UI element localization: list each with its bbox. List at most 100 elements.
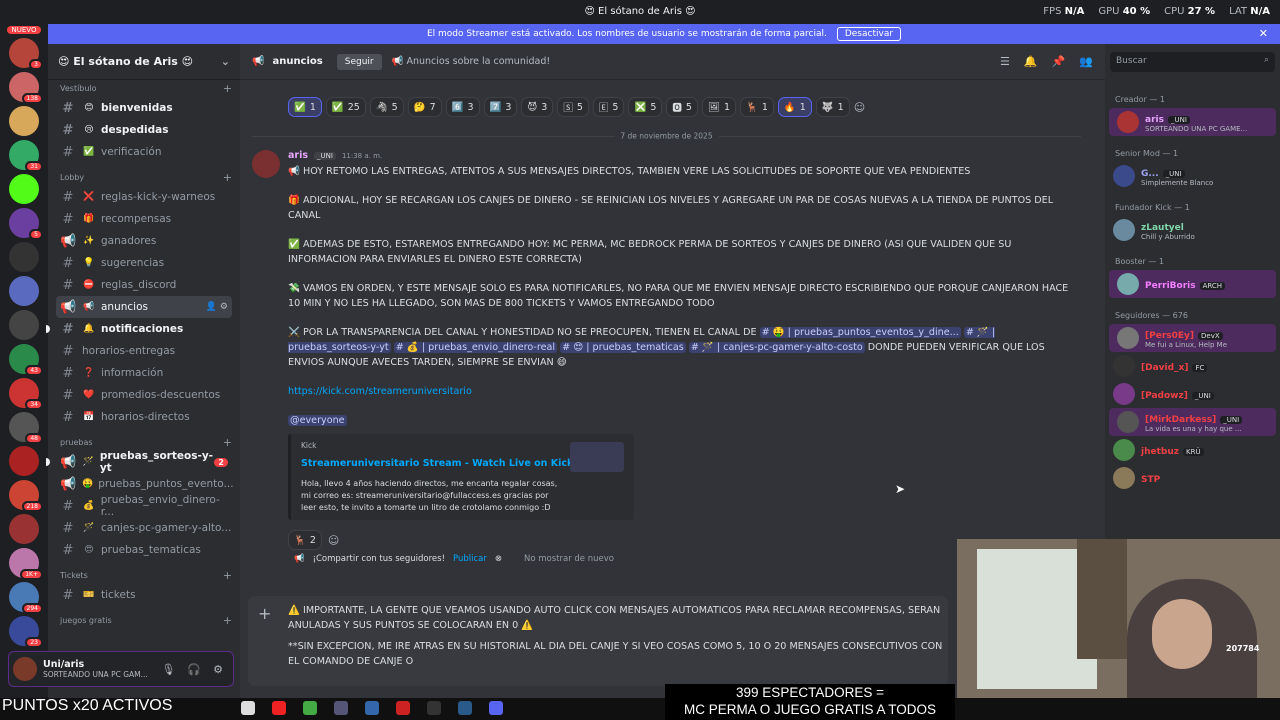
channel-reglas-discord[interactable]: # ⛔ reglas_discord xyxy=(56,274,232,296)
channel-despedidas[interactable]: # 😢 despedidas xyxy=(56,119,232,141)
embed-title[interactable]: Streameruniversitario Stream - Watch Liv… xyxy=(301,458,573,469)
server-icon[interactable]: 5 xyxy=(9,208,43,240)
server-icon[interactable]: 23 xyxy=(9,616,43,648)
channel-horarios-entregas[interactable]: # horarios-entregas xyxy=(56,340,232,362)
message-author[interactable]: aris xyxy=(288,150,308,161)
plus-icon[interactable]: + xyxy=(223,82,232,95)
file-icon[interactable] xyxy=(241,701,255,715)
category-pruebas[interactable]: pruebas + xyxy=(60,436,232,449)
server-icon[interactable] xyxy=(9,276,39,306)
threads-icon[interactable]: ☰ xyxy=(1000,55,1010,68)
category-vestibulo[interactable]: Vestíbulo + xyxy=(60,82,232,95)
category-lobby[interactable]: Lobby + xyxy=(60,171,232,184)
settings-icon[interactable]: 👤 ⚙ xyxy=(206,302,228,312)
channel-pruebas-puntos[interactable]: 📢 🤑 pruebas_puntos_evento... xyxy=(56,473,234,495)
member-item[interactable]: jhetbuz KRÜ xyxy=(1105,436,1280,464)
channel-horarios-directos[interactable]: # 📅 horarios-directos xyxy=(56,406,232,428)
everyone-mention[interactable]: @everyone xyxy=(288,415,347,426)
server-icon[interactable] xyxy=(9,310,39,340)
server-icon[interactable]: 3 xyxy=(9,38,43,70)
embed-thumbnail[interactable] xyxy=(570,442,624,472)
channel-reglas-kick[interactable]: # ❌ reglas-kick-y-warneos xyxy=(56,186,232,208)
channel-recompensas[interactable]: # 🎁 recompensas xyxy=(56,208,232,230)
category-juegos[interactable]: juegos gratis + xyxy=(60,614,232,627)
chrome-icon[interactable] xyxy=(303,701,317,715)
reaction[interactable]: ✅ 25 xyxy=(325,97,366,117)
server-icon[interactable]: 218 xyxy=(9,480,43,512)
member-item[interactable]: zLautyel Chill y Aburrido xyxy=(1105,216,1280,244)
channel-anuncios[interactable]: 📢 📢 anuncios 👤 ⚙ xyxy=(56,296,232,318)
server-icon[interactable]: 294 xyxy=(9,582,43,614)
channel-mention[interactable]: # 😍 | pruebas_tematicas xyxy=(560,342,686,353)
server-header[interactable]: 😍 El sótano de Aris 😍 ⌄ xyxy=(48,44,240,80)
channel-mention[interactable]: # 💰 | pruebas_envio_dinero-real xyxy=(393,342,558,353)
bell-icon[interactable]: 🔔 xyxy=(1024,55,1038,68)
channel-canjes-pc[interactable]: # 🪄 canjes-pc-gamer-y-alto... xyxy=(56,517,232,539)
publish-link[interactable]: Publicar xyxy=(453,554,487,564)
server-icon[interactable]: 1K+ xyxy=(9,548,43,580)
reaction[interactable]: 6️⃣ 3 xyxy=(445,97,480,117)
message-composer[interactable]: + ⚠️ IMPORTANTE, LA GENTE QUE VEAMOS USA… xyxy=(248,596,948,686)
epic-icon[interactable] xyxy=(427,701,441,715)
plus-icon[interactable]: + xyxy=(223,569,232,582)
channel-mention[interactable]: # 🤑 | pruebas_puntos_eventos_y_dine... xyxy=(759,327,961,338)
server-icon[interactable] xyxy=(9,446,39,476)
member-item[interactable]: [MirkDarkess] _UNI La vida es una y hay qu… xyxy=(1109,408,1276,436)
kick-link[interactable]: https://kick.com/streameruniversitario xyxy=(288,384,1078,399)
member-item[interactable]: [Padowz] _UNI xyxy=(1105,380,1280,408)
plus-icon[interactable]: + xyxy=(223,436,232,449)
opera-icon[interactable] xyxy=(272,701,286,715)
avatar[interactable] xyxy=(13,657,37,681)
server-icon[interactable] xyxy=(9,514,39,544)
plus-icon[interactable]: + xyxy=(223,614,232,627)
server-icon[interactable]: 43 xyxy=(9,344,43,376)
avatar[interactable] xyxy=(252,150,280,178)
member-item[interactable]: aris _UNI SORTEANDO UNA PC GAME... xyxy=(1109,108,1276,136)
server-icon[interactable]: 138 xyxy=(9,72,43,104)
channel-pruebas-sorteos[interactable]: 📢 🪄 pruebas_sorteos-y-yt 2 xyxy=(46,450,232,474)
channel-sugerencias[interactable]: # 💡 sugerencias xyxy=(56,252,232,274)
gear-icon[interactable]: ⚙ xyxy=(213,663,223,676)
channel-verificacion[interactable]: # ✅ verificación xyxy=(56,141,232,163)
reaction[interactable]: 🦓 5 xyxy=(369,97,404,117)
member-item[interactable]: [David_x] FC xyxy=(1105,352,1280,380)
reaction[interactable]: 🅂 5 xyxy=(557,97,589,117)
channel-promedios[interactable]: # ❤️ promedios-descuentos xyxy=(56,384,232,406)
server-icon[interactable] xyxy=(9,242,39,272)
reaction[interactable]: 🄴 5 xyxy=(592,97,625,117)
kick-server-icon[interactable] xyxy=(9,174,39,204)
reaction[interactable]: 🖼 1 xyxy=(701,97,737,117)
member-item[interactable]: [Pers0Ey] DevX Me fui a Linux, Help Me xyxy=(1109,324,1276,352)
server-icon[interactable]: 34 xyxy=(9,378,43,410)
member-item[interactable]: STP xyxy=(1105,464,1280,492)
deactivate-button[interactable]: Desactivar xyxy=(836,27,902,41)
channel-bienvenidas[interactable]: # 😊 bienvenidas xyxy=(56,97,232,119)
composer-text[interactable]: ⚠️ IMPORTANTE, LA GENTE QUE VEAMOS USAND… xyxy=(288,603,948,669)
close-icon[interactable]: ⊗ xyxy=(495,554,502,564)
reaction[interactable]: 7️⃣ 3 xyxy=(483,97,518,117)
pin-icon[interactable]: 📌 xyxy=(1052,55,1066,68)
reaction[interactable]: 🐺 1 xyxy=(815,97,850,117)
app-icon[interactable] xyxy=(396,701,410,715)
headphones-icon[interactable]: 🎧 xyxy=(187,663,201,676)
channel-tickets[interactable]: # 🎫 tickets xyxy=(56,584,232,606)
reaction[interactable]: 🅾 5 xyxy=(666,97,698,117)
vscode-icon[interactable] xyxy=(365,701,379,715)
channel-informacion[interactable]: # ❓ información xyxy=(56,362,232,384)
member-item[interactable]: PerriBoris ARCH xyxy=(1109,270,1276,298)
search-input[interactable]: Buscar ⌕ xyxy=(1110,52,1275,72)
server-icon[interactable]: 48 xyxy=(9,412,43,444)
server-icon[interactable] xyxy=(9,106,39,136)
plus-icon[interactable]: + xyxy=(258,604,271,623)
channel-notificaciones[interactable]: # 🔔 notificaciones xyxy=(46,318,232,340)
app-icon[interactable] xyxy=(334,701,348,715)
add-reaction-icon[interactable]: ☺ xyxy=(328,534,339,547)
add-reaction-icon[interactable]: ☺ xyxy=(854,101,865,114)
category-tickets[interactable]: Tickets + xyxy=(60,569,232,582)
members-icon[interactable]: 👥 xyxy=(1079,55,1093,68)
reaction[interactable]: 🤔 7 xyxy=(407,97,442,117)
plus-icon[interactable]: + xyxy=(223,171,232,184)
dont-show-link[interactable]: No mostrar de nuevo xyxy=(524,554,614,564)
close-icon[interactable]: ✕ xyxy=(1259,27,1268,40)
follow-button[interactable]: Seguir xyxy=(336,53,382,70)
